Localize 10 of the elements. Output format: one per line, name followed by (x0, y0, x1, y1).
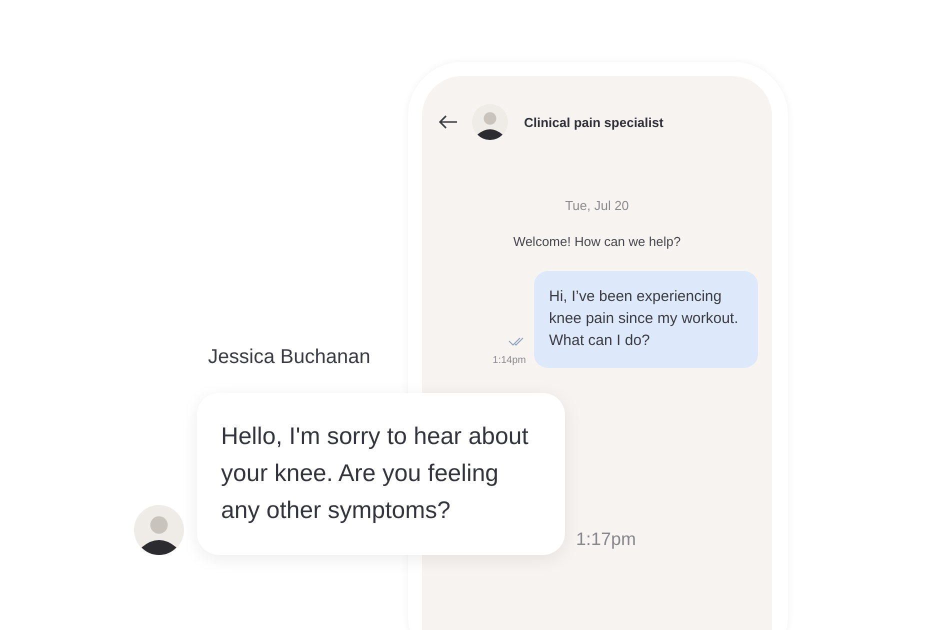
chat-title: Clinical pain specialist (524, 114, 664, 130)
welcome-message: Welcome! How can we help? (513, 234, 681, 249)
back-arrow-icon[interactable] (438, 114, 458, 130)
outgoing-message: Hi, I’ve been experiencing knee pain since my workout. What can I do? (534, 271, 758, 368)
message-time: 1:14pm (492, 355, 526, 366)
avatar-icon (472, 104, 508, 140)
date-label: Tue, Jul 20 (565, 198, 629, 213)
avatar-icon (134, 505, 184, 555)
message-time: 1:17pm (576, 529, 636, 550)
incoming-message: Hello, I'm sorry to hear about your knee. Are you feeling any other symptoms? (197, 393, 565, 555)
